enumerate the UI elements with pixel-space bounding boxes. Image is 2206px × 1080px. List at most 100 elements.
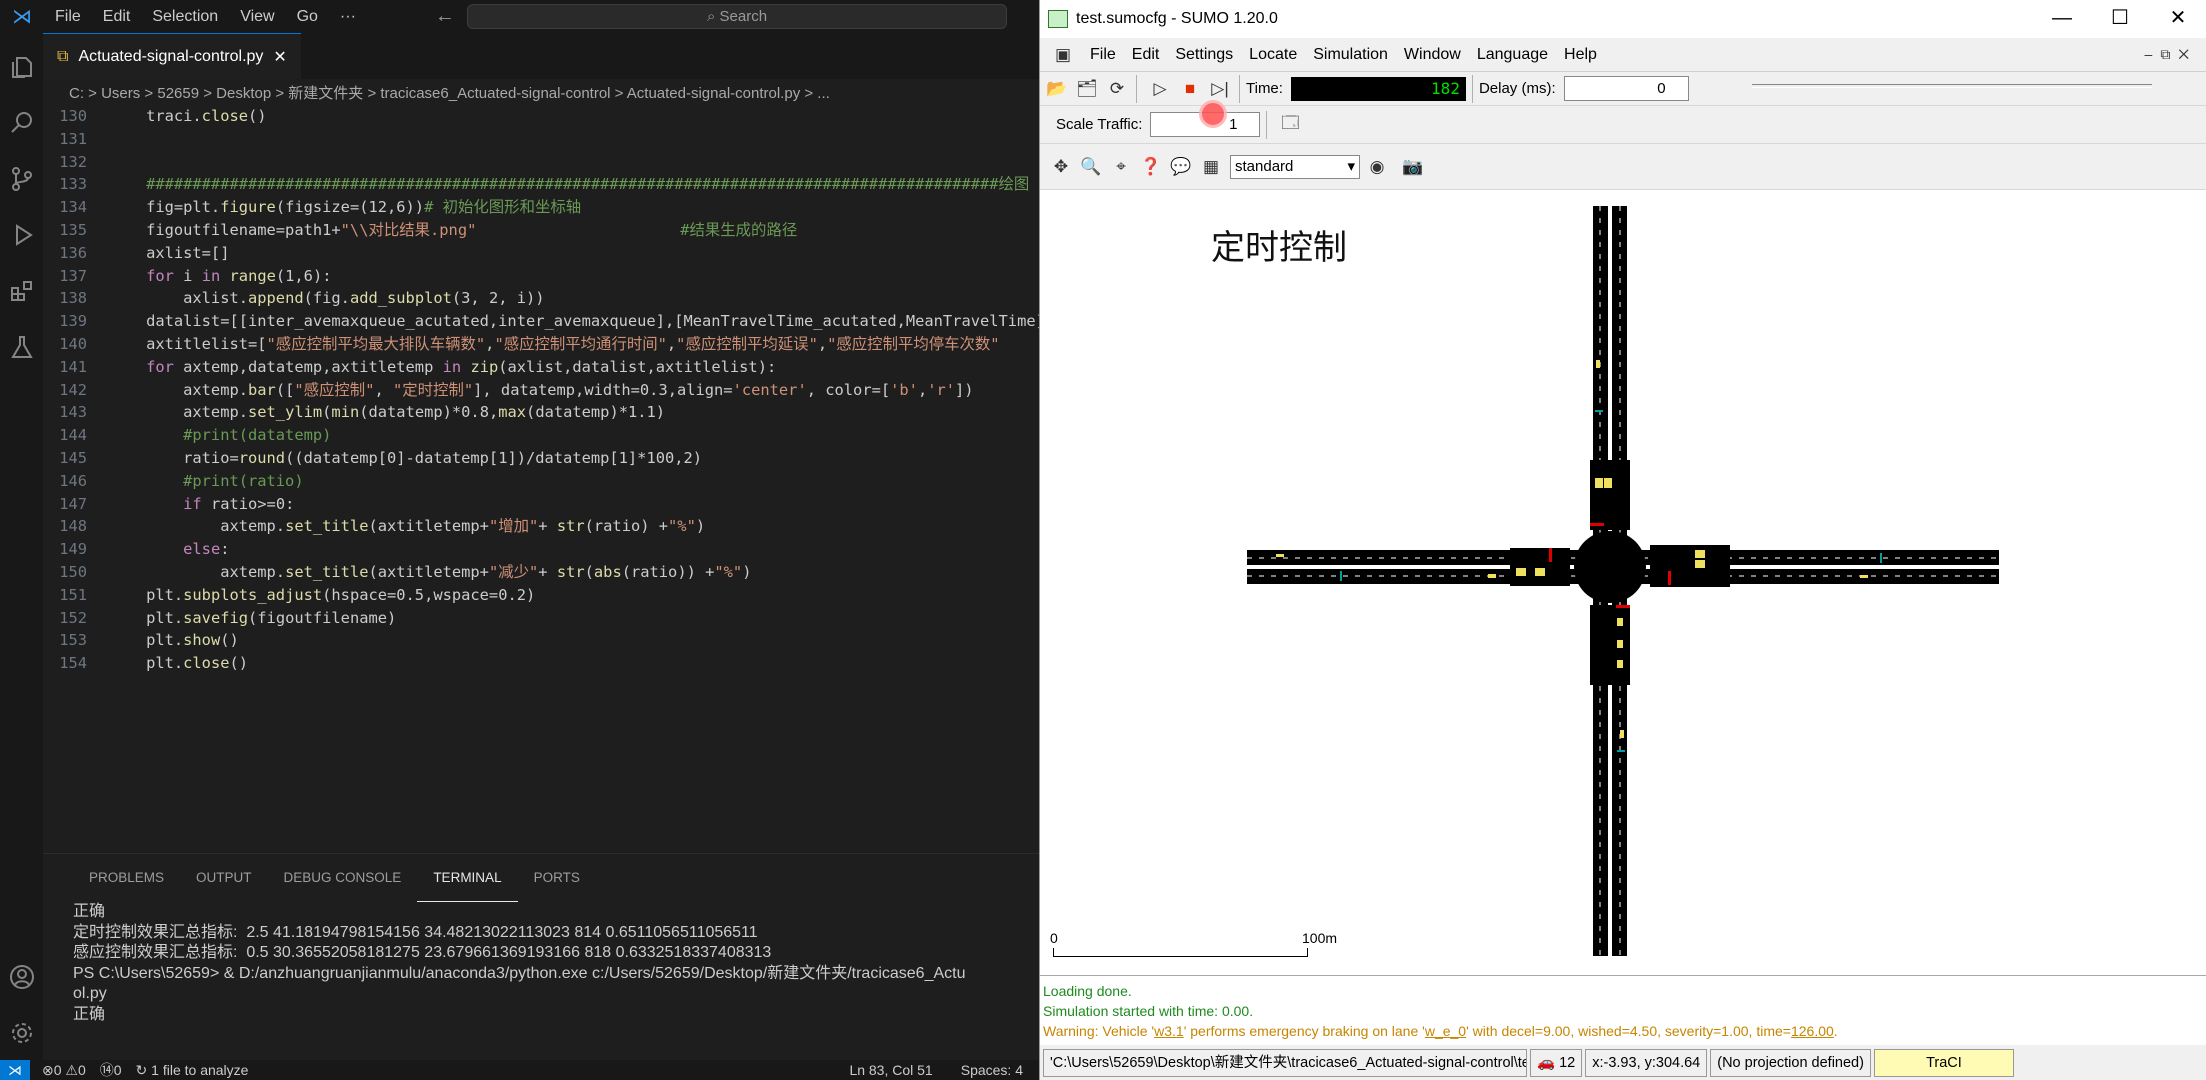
junction [1574, 531, 1646, 603]
search-sidebar-icon[interactable] [0, 99, 43, 147]
sumo-menu-window[interactable]: Window [1396, 46, 1469, 64]
delay-slider[interactable] [1752, 84, 2152, 88]
tooltip-icon[interactable]: 💬 [1168, 154, 1194, 180]
code-line[interactable]: 146 #print(ratio) [43, 470, 1039, 493]
run-debug-icon[interactable] [0, 211, 43, 259]
code-line[interactable]: 151 plt.subplots_adjust(hspace=0.5,wspac… [43, 584, 1039, 607]
menu-more[interactable]: ··· [329, 8, 367, 26]
close-tab-icon[interactable]: ✕ [273, 47, 286, 67]
tab-ports[interactable]: PORTS [518, 854, 596, 902]
maximize-icon[interactable]: ☐ [2091, 0, 2149, 38]
tab-problems[interactable]: PROBLEMS [73, 854, 180, 902]
open-folder-icon[interactable]: 📂 [1044, 76, 1070, 102]
window-config-icon[interactable]: 🗔 [1277, 112, 1303, 138]
code-line[interactable]: 144 #print(datatemp) [43, 424, 1039, 447]
color-wheel-icon[interactable]: ◉ [1364, 154, 1390, 180]
sumo-menu-simulation[interactable]: Simulation [1305, 46, 1396, 64]
vehicle-link[interactable]: w3.1 [1154, 1023, 1184, 1039]
color-scheme-select[interactable]: standard ▾ [1230, 154, 1360, 179]
code-line[interactable]: 139 datalist=[[inter_avemaxqueue_acutate… [43, 310, 1039, 333]
sumo-menu-settings[interactable]: Settings [1167, 46, 1241, 64]
menu-go[interactable]: Go [286, 8, 329, 26]
code-text: ########################################… [109, 175, 1030, 194]
explorer-icon[interactable] [0, 43, 43, 91]
code-line[interactable]: 141 for axtemp,datatemp,axtitletemp in z… [43, 356, 1039, 379]
lane-link[interactable]: w_e_0 [1425, 1023, 1466, 1039]
code-line[interactable]: 132 [43, 151, 1039, 174]
tab-output[interactable]: OUTPUT [180, 854, 268, 902]
sumo-menu-help[interactable]: Help [1556, 46, 1605, 64]
tab-debug-console[interactable]: DEBUG CONSOLE [268, 854, 418, 902]
code-line[interactable]: 148 axtemp.set_title(axtitletemp+"增加"+ s… [43, 515, 1039, 538]
code-line[interactable]: 136 axlist=[] [43, 242, 1039, 265]
indentation[interactable]: Spaces: 4 [961, 1062, 1023, 1078]
sumo-menu-language[interactable]: Language [1469, 46, 1556, 64]
run-icon[interactable]: ▷ [1147, 76, 1173, 102]
code-line[interactable]: 135 figoutfilename=path1+"\\对比结果.png" #结… [43, 219, 1039, 242]
step-icon[interactable]: ▷| [1207, 76, 1233, 102]
code-line[interactable]: 153 plt.show() [43, 629, 1039, 652]
reload-icon[interactable]: ⟳ [1104, 76, 1130, 102]
testing-flask-icon[interactable] [0, 323, 43, 371]
road-network [1247, 206, 1999, 956]
screenshot-camera-icon[interactable]: 📷 [1400, 154, 1426, 180]
code-line[interactable]: 130 traci.close() [43, 105, 1039, 128]
command-center-search[interactable]: ⌕ Search [467, 4, 1007, 29]
sumo-menu-locate[interactable]: Locate [1241, 46, 1305, 64]
open-network-icon[interactable]: 🗂 [1074, 76, 1100, 102]
close-icon[interactable]: ✕ [2149, 0, 2206, 38]
code-line[interactable]: 149 else: [43, 538, 1039, 561]
settings-gear-icon[interactable] [0, 1009, 43, 1057]
menu-view[interactable]: View [229, 8, 285, 26]
minimize-icon[interactable]: — [2033, 0, 2091, 38]
code-line[interactable]: 145 ratio=round((datatemp[0]-datatemp[1]… [43, 447, 1039, 470]
code-line[interactable]: 152 plt.savefig(figoutfilename) [43, 607, 1039, 630]
menu-edit[interactable]: Edit [92, 8, 142, 26]
sumo-menu-edit[interactable]: Edit [1124, 46, 1168, 64]
zoom-icon[interactable]: 🔍 [1078, 154, 1104, 180]
extensions-icon[interactable] [0, 267, 43, 315]
analyze-status[interactable]: ↻ 1 file to analyze [136, 1062, 249, 1079]
stop-icon[interactable]: ■ [1177, 76, 1203, 102]
vehicle [1516, 568, 1526, 576]
menu-file[interactable]: File [44, 8, 92, 26]
account-icon[interactable] [0, 953, 43, 1001]
code-line[interactable]: 147 if ratio>=0: [43, 493, 1039, 516]
inspect-icon[interactable]: ❓ [1138, 154, 1164, 180]
simulation-canvas[interactable]: 定时控制 0 100m [1040, 190, 2206, 975]
vehicle [1595, 478, 1603, 488]
code-line[interactable]: 137 for i in range(1,6): [43, 265, 1039, 288]
back-arrow-icon[interactable]: ← [427, 5, 463, 28]
code-line[interactable]: 150 axtemp.set_title(axtitletemp+"减少"+ s… [43, 561, 1039, 584]
ports-count[interactable]: ⑭0 [100, 1060, 122, 1080]
breadcrumb[interactable]: C: > Users > 52659 > Desktop > 新建文件夹 > t… [43, 79, 1039, 105]
locate-icon[interactable]: ⌖ [1108, 154, 1134, 180]
code-line[interactable]: 134 fig=plt.figure(figsize=(12,6))# 初始化图… [43, 196, 1039, 219]
delay-spinner[interactable]: 0 [1563, 76, 1689, 101]
cursor-position[interactable]: Ln 83, Col 51 [849, 1062, 932, 1078]
code-line[interactable]: 131 [43, 128, 1039, 151]
code-line[interactable]: 133 ####################################… [43, 173, 1039, 196]
message-window[interactable]: Loading done. Simulation started with ti… [1040, 975, 2206, 1045]
code-text: ratio=round((datatemp[0]-datatemp[1])/da… [109, 448, 703, 467]
remote-indicator-icon[interactable]: ⋊ [0, 1060, 30, 1080]
code-line[interactable]: 140 axtitlelist=["感应控制平均最大排队车辆数","感应控制平均… [43, 333, 1039, 356]
time-link[interactable]: 126.00 [1791, 1023, 1834, 1039]
menu-selection[interactable]: Selection [141, 8, 229, 26]
sumo-menu-file[interactable]: File [1082, 46, 1124, 64]
problems-count[interactable]: ⊗0 ⚠0 [42, 1062, 86, 1079]
tab-actuated-signal-control[interactable]: ⧉ Actuated-signal-control.py ✕ [43, 33, 301, 79]
source-control-icon[interactable] [0, 155, 43, 203]
toggle-view-icon[interactable]: ▦ [1198, 154, 1224, 180]
code-text: plt.subplots_adjust(hspace=0.5,wspace=0.… [109, 585, 536, 604]
code-editor[interactable]: 130 traci.close() 131 132 133 #############… [43, 105, 1039, 675]
recenter-icon[interactable]: ✥ [1048, 154, 1074, 180]
code-line[interactable]: 154 plt.close() [43, 652, 1039, 675]
code-line[interactable]: 142 axtemp.bar(["感应控制", "定时控制"], datatem… [43, 379, 1039, 402]
code-line[interactable]: 138 axlist.append(fig.add_subplot(3, 2, … [43, 287, 1039, 310]
mdi-controls-icon[interactable]: –⧉✕ [2145, 46, 2197, 63]
terminal[interactable]: 正确 定时控制效果汇总指标: 2.5 41.18194798154156 34.… [43, 902, 1039, 1025]
tab-terminal[interactable]: TERMINAL [417, 854, 518, 902]
line-number: 144 [59, 426, 87, 445]
code-line[interactable]: 143 axtemp.set_ylim(min(datatemp)*0.8,ma… [43, 401, 1039, 424]
